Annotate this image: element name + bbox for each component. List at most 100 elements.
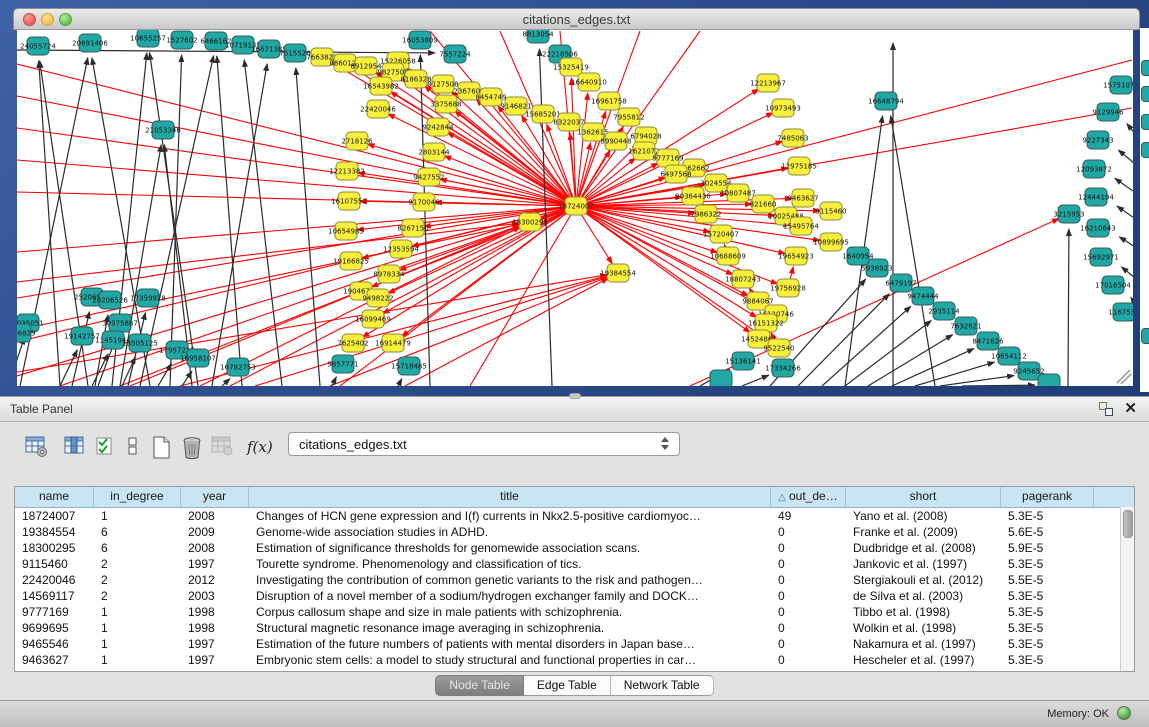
graph-node[interactable]: 1167533 bbox=[1108, 303, 1133, 321]
graph-node[interactable]: 8267150 bbox=[397, 219, 428, 237]
graph-node[interactable]: 7557224 bbox=[439, 45, 471, 63]
table-row[interactable]: 977716911998Corpus callosum shape and si… bbox=[15, 604, 1134, 620]
citation-edge-black[interactable] bbox=[940, 376, 1014, 386]
function-builder-icon[interactable]: f(x) bbox=[247, 438, 273, 456]
graph-node[interactable]: 9498222 bbox=[362, 289, 393, 307]
graph-node[interactable]: 7632621 bbox=[950, 317, 981, 335]
citation-edge-red[interactable] bbox=[448, 132, 576, 206]
citation-edge-black[interactable] bbox=[742, 375, 769, 386]
cell-pagerank[interactable]: 5.3E-5 bbox=[1001, 556, 1094, 572]
graph-node[interactable]: 16210643 bbox=[1080, 219, 1116, 237]
cell-name[interactable]: 9699695 bbox=[15, 620, 94, 636]
cell-short[interactable]: Nakamura et al. (1997) bbox=[846, 636, 1001, 652]
table-row[interactable]: 946362711997Embryonic stem cells: a mode… bbox=[15, 652, 1134, 668]
citation-edge-black[interactable] bbox=[1127, 124, 1133, 140]
cell-year[interactable]: 2003 bbox=[181, 588, 249, 604]
cell-title[interactable]: Embryonic stem cells: a model to study s… bbox=[249, 652, 771, 668]
cell-name[interactable]: 18724007 bbox=[15, 508, 94, 524]
cell-year[interactable]: 2009 bbox=[181, 524, 249, 540]
citation-edge-red[interactable] bbox=[405, 278, 608, 386]
table-row[interactable]: 946554611997Estimation of the future num… bbox=[15, 636, 1134, 652]
cell-name[interactable]: 9463627 bbox=[15, 652, 94, 668]
graph-node[interactable]: 3375688 bbox=[430, 95, 461, 113]
citation-edge-black[interactable] bbox=[1068, 229, 1069, 386]
graph-node[interactable]: 9427552 bbox=[413, 168, 444, 186]
citation-edge-black[interactable] bbox=[962, 385, 1035, 386]
cell-name[interactable]: 9465546 bbox=[15, 636, 94, 652]
graph-node[interactable]: 10899695 bbox=[813, 233, 849, 251]
graph-node[interactable]: 10688609 bbox=[710, 247, 746, 265]
table-row[interactable]: 911546021997Tourette syndrome. Phenomeno… bbox=[15, 556, 1134, 572]
citation-edge-black[interactable] bbox=[891, 116, 935, 386]
cell-out_de[interactable]: 0 bbox=[771, 540, 846, 556]
cell-title[interactable]: Tourette syndrome. Phenomenology and cla… bbox=[249, 556, 771, 572]
graph-node[interactable]: 19654923 bbox=[778, 247, 814, 265]
graph-node[interactable]: 12444194 bbox=[1078, 188, 1114, 206]
delete-table-icon[interactable] bbox=[211, 436, 235, 458]
cell-in_degree[interactable]: 6 bbox=[94, 540, 181, 556]
cell-title[interactable]: Investigating the contribution of common… bbox=[249, 572, 771, 588]
cell-short[interactable]: de Silva et al. (2003) bbox=[846, 588, 1001, 604]
panel-divider-grip[interactable] bbox=[569, 393, 581, 399]
close-panel-button[interactable]: ✕ bbox=[1124, 399, 1137, 417]
graph-node[interactable]: 17334266 bbox=[765, 359, 801, 377]
cell-year[interactable]: 1997 bbox=[181, 556, 249, 572]
graph-node[interactable]: 7986322 bbox=[690, 205, 721, 223]
graph-node[interactable]: 12093872 bbox=[1076, 160, 1112, 178]
cell-short[interactable]: Dudbridge et al. (2008) bbox=[846, 540, 1001, 556]
cell-out_de[interactable]: 0 bbox=[771, 604, 846, 620]
cell-short[interactable]: Wolkin et al. (1998) bbox=[846, 620, 1001, 636]
cell-out_de[interactable]: 0 bbox=[771, 636, 846, 652]
column-header-name[interactable]: name bbox=[15, 487, 94, 507]
graph-node[interactable]: 12213967 bbox=[750, 74, 786, 92]
tab-edge-table[interactable]: Edge Table bbox=[524, 675, 611, 696]
cell-name[interactable]: 19384554 bbox=[15, 524, 94, 540]
table-settings-icon[interactable] bbox=[25, 436, 49, 458]
table-row[interactable]: 1938455462009Genome-wide association stu… bbox=[15, 524, 1134, 540]
cell-in_degree[interactable]: 6 bbox=[94, 524, 181, 540]
graph-node[interactable]: 2935114 bbox=[928, 302, 960, 320]
cell-in_degree[interactable]: 1 bbox=[94, 508, 181, 524]
graph-node[interactable]: 6497568 bbox=[660, 165, 691, 183]
graph-node[interactable]: 9474444 bbox=[907, 287, 939, 305]
citation-network-graph[interactable]: 1872400724055724206914061065525715276026… bbox=[17, 30, 1133, 386]
row-check-icon[interactable] bbox=[95, 436, 117, 458]
cell-in_degree[interactable]: 2 bbox=[94, 572, 181, 588]
select-columns-icon[interactable] bbox=[64, 436, 86, 456]
column-header-in_degree[interactable]: in_degree bbox=[94, 487, 181, 507]
new-table-icon[interactable] bbox=[151, 436, 173, 460]
citation-edge-red[interactable] bbox=[255, 276, 607, 386]
cell-title[interactable]: Corpus callosum shape and size in male p… bbox=[249, 604, 771, 620]
cell-out_de[interactable]: 0 bbox=[771, 572, 846, 588]
graph-node[interactable]: 8471626 bbox=[972, 332, 1004, 350]
graph-node[interactable]: 16961758 bbox=[591, 92, 627, 110]
float-panel-button[interactable] bbox=[1099, 402, 1113, 416]
cell-pagerank[interactable]: 5.9E-5 bbox=[1001, 540, 1094, 556]
graph-node[interactable]: 3215953 bbox=[1053, 205, 1084, 223]
graph-node[interactable]: 2718126 bbox=[341, 132, 373, 150]
cell-name[interactable]: 18300295 bbox=[15, 540, 94, 556]
canvas-resize-grip[interactable] bbox=[1117, 370, 1131, 384]
graph-node[interactable]: 19756928 bbox=[770, 279, 806, 297]
graph-node[interactable] bbox=[710, 370, 732, 386]
cell-year[interactable]: 2012 bbox=[181, 572, 249, 588]
graph-node[interactable]: 18807243 bbox=[725, 270, 761, 288]
graph-node[interactable]: 7955812 bbox=[613, 108, 644, 126]
cell-in_degree[interactable]: 1 bbox=[94, 620, 181, 636]
cell-in_degree[interactable]: 1 bbox=[94, 636, 181, 652]
citation-edge-black[interactable] bbox=[150, 53, 198, 386]
cell-pagerank[interactable]: 5.3E-5 bbox=[1001, 588, 1094, 604]
citation-edge-black[interactable] bbox=[1119, 237, 1133, 250]
cell-short[interactable]: Jankovic et al. (1997) bbox=[846, 556, 1001, 572]
graph-node[interactable]: 21053346 bbox=[145, 121, 181, 139]
graph-node[interactable]: 9170046 bbox=[408, 193, 440, 211]
citation-edge-red[interactable] bbox=[17, 206, 576, 298]
graph-node[interactable]: 9463627 bbox=[787, 189, 818, 207]
table-row[interactable]: 1456911722003Disruption of a novel membe… bbox=[15, 588, 1134, 604]
column-header-year[interactable]: year bbox=[181, 487, 249, 507]
cell-pagerank[interactable]: 5.5E-5 bbox=[1001, 572, 1094, 588]
cell-name[interactable]: 22420046 bbox=[15, 572, 94, 588]
graph-node[interactable]: 10655257 bbox=[130, 30, 166, 47]
delete-rows-icon[interactable] bbox=[181, 436, 205, 460]
cell-title[interactable]: Structural magnetic resonance image aver… bbox=[249, 620, 771, 636]
